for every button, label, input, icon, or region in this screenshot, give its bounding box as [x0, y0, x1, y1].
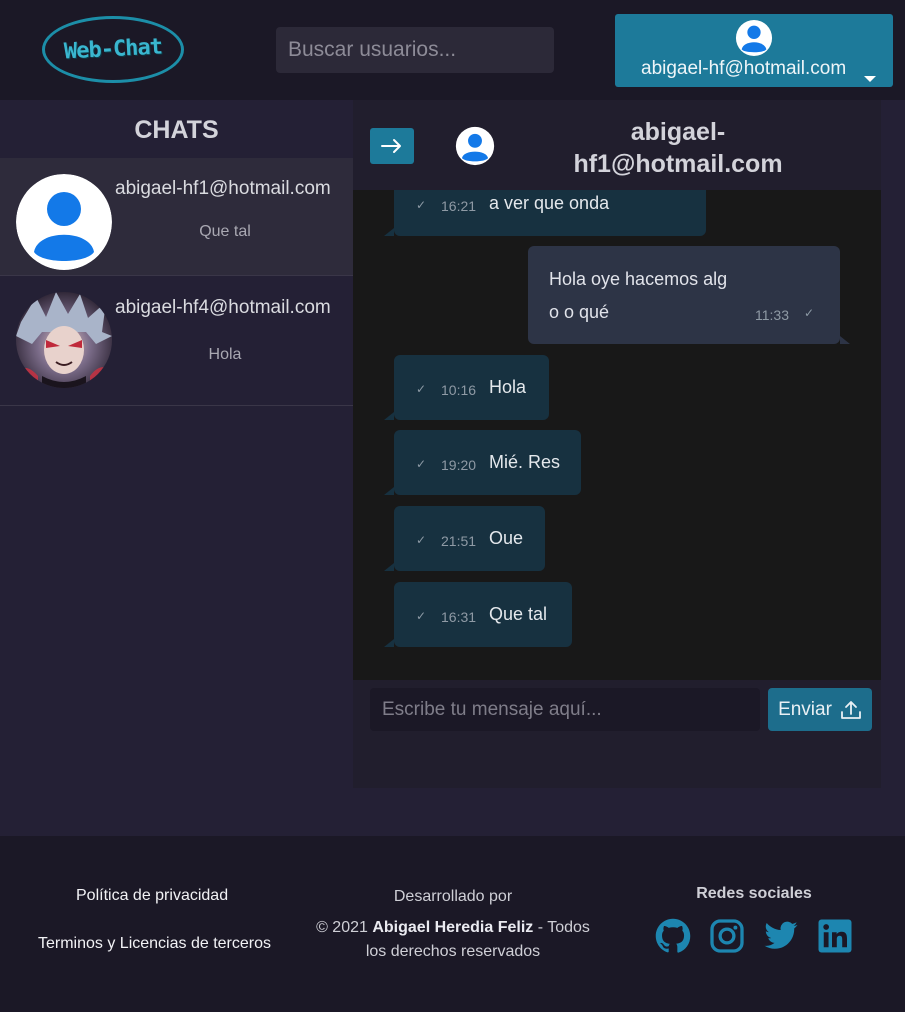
message-bubble-incoming: ✓ 21:51 Oue: [384, 506, 545, 571]
message-text: Que tal: [489, 604, 548, 624]
check-icon: ✓: [416, 609, 427, 623]
arrow-right-icon: [381, 139, 401, 153]
linkedin-icon[interactable]: [817, 918, 853, 954]
message-time: 21:51: [441, 533, 477, 549]
social-title: Redes sociales: [696, 885, 812, 902]
chat-list-item[interactable]: abigael-hf4@hotmail.com Hola: [0, 276, 353, 406]
account-email: abigael-hf@hotmail.com: [641, 58, 847, 79]
message-bubble-incoming: ✓ 19:20 Mié. Res: [384, 430, 581, 495]
instagram-icon[interactable]: [709, 918, 745, 954]
twitter-icon[interactable]: [763, 918, 799, 954]
privacy-policy-link[interactable]: Política de privacidad: [76, 887, 228, 905]
chat-last-message: Que tal: [199, 223, 251, 240]
message-bubble-outgoing: Hola oye hacemos alg o o qué 11:33 ✓: [528, 246, 850, 344]
github-icon[interactable]: [655, 918, 691, 954]
chat-contact-name: abigael-hf1@hotmail.com: [115, 178, 331, 199]
message-text: Oue: [489, 528, 524, 548]
chat-last-message: Hola: [208, 346, 242, 363]
message-time: 19:20: [441, 457, 477, 473]
check-icon: ✓: [804, 306, 815, 320]
user-search-input[interactable]: [276, 27, 554, 73]
message-text-line: o o qué: [549, 302, 610, 322]
message-list[interactable]: ✓ 16:21 a ver que onda Hola oye hacemos …: [353, 190, 881, 680]
copyright-text: © 2021 Abigael Heredia Feliz - Todos los…: [310, 916, 596, 964]
sidebar-title: CHATS: [134, 116, 219, 144]
message-bubble-incoming: ✓ 16:31 Que tal: [384, 582, 572, 647]
user-avatar-icon: [735, 19, 773, 57]
copyright-suffix: - Todos: [537, 919, 590, 936]
check-icon: ✓: [416, 457, 427, 471]
web-chat-logo[interactable]: Web-Chat: [42, 16, 184, 83]
top-navbar: Web-Chat abigael-hf@hotmail.com: [0, 0, 905, 100]
account-dropdown-button[interactable]: abigael-hf@hotmail.com: [615, 14, 893, 87]
copyright-rights: los derechos reservados: [365, 943, 541, 960]
contact-avatar: [16, 174, 112, 270]
chevron-down-icon: [864, 76, 876, 82]
message-text: Hola: [489, 377, 527, 397]
message-text-line: Hola oye hacemos alg: [549, 269, 728, 289]
chat-list-item[interactable]: abigael-hf1@hotmail.com Que tal: [0, 158, 353, 276]
send-button[interactable]: Enviar: [768, 688, 872, 731]
contact-avatar-icon: [455, 126, 495, 166]
developed-by-label: Desarrollado por: [393, 888, 513, 905]
message-bubble-incoming: ✓ 16:21 a ver que onda: [384, 190, 706, 236]
conversation-header: abigael-hf1@hotmail.com: [353, 100, 881, 190]
message-composer: Enviar: [353, 680, 881, 788]
terms-licenses-link[interactable]: Terminos y Licencias de terceros: [38, 935, 271, 953]
default-user-icon: [16, 174, 112, 270]
chat-contact-name: abigael-hf4@hotmail.com: [115, 297, 331, 318]
message-time: 10:16: [441, 382, 477, 398]
conversation-panel: abigael-hf1@hotmail.com ✓ 16:21 a ver qu…: [353, 100, 881, 788]
author-name: Abigael Heredia Feliz: [372, 919, 534, 936]
logo-text: Web-Chat: [63, 34, 163, 65]
message-input[interactable]: [370, 688, 760, 731]
anime-character-photo: [16, 292, 112, 388]
send-button-label: Enviar: [778, 698, 832, 720]
message-bubble-incoming: ✓ 10:16 Hola: [384, 355, 549, 420]
message-text: a ver que onda: [489, 193, 610, 213]
contact-avatar: [16, 292, 112, 388]
back-button[interactable]: [370, 128, 414, 164]
message-text: Mié. Res: [489, 452, 561, 472]
check-icon: ✓: [416, 533, 427, 547]
upload-icon: [841, 700, 861, 719]
page-footer: Política de privacidad Terminos y Licenc…: [0, 836, 905, 1012]
conversation-contact-name: abigael-hf1@hotmail.com: [573, 118, 783, 178]
message-time: 16:31: [441, 609, 477, 625]
message-time: 16:21: [441, 198, 477, 214]
copyright-year: © 2021: [316, 919, 368, 936]
check-icon: ✓: [416, 382, 427, 396]
message-time: 11:33: [755, 307, 789, 323]
check-icon: ✓: [416, 198, 427, 212]
